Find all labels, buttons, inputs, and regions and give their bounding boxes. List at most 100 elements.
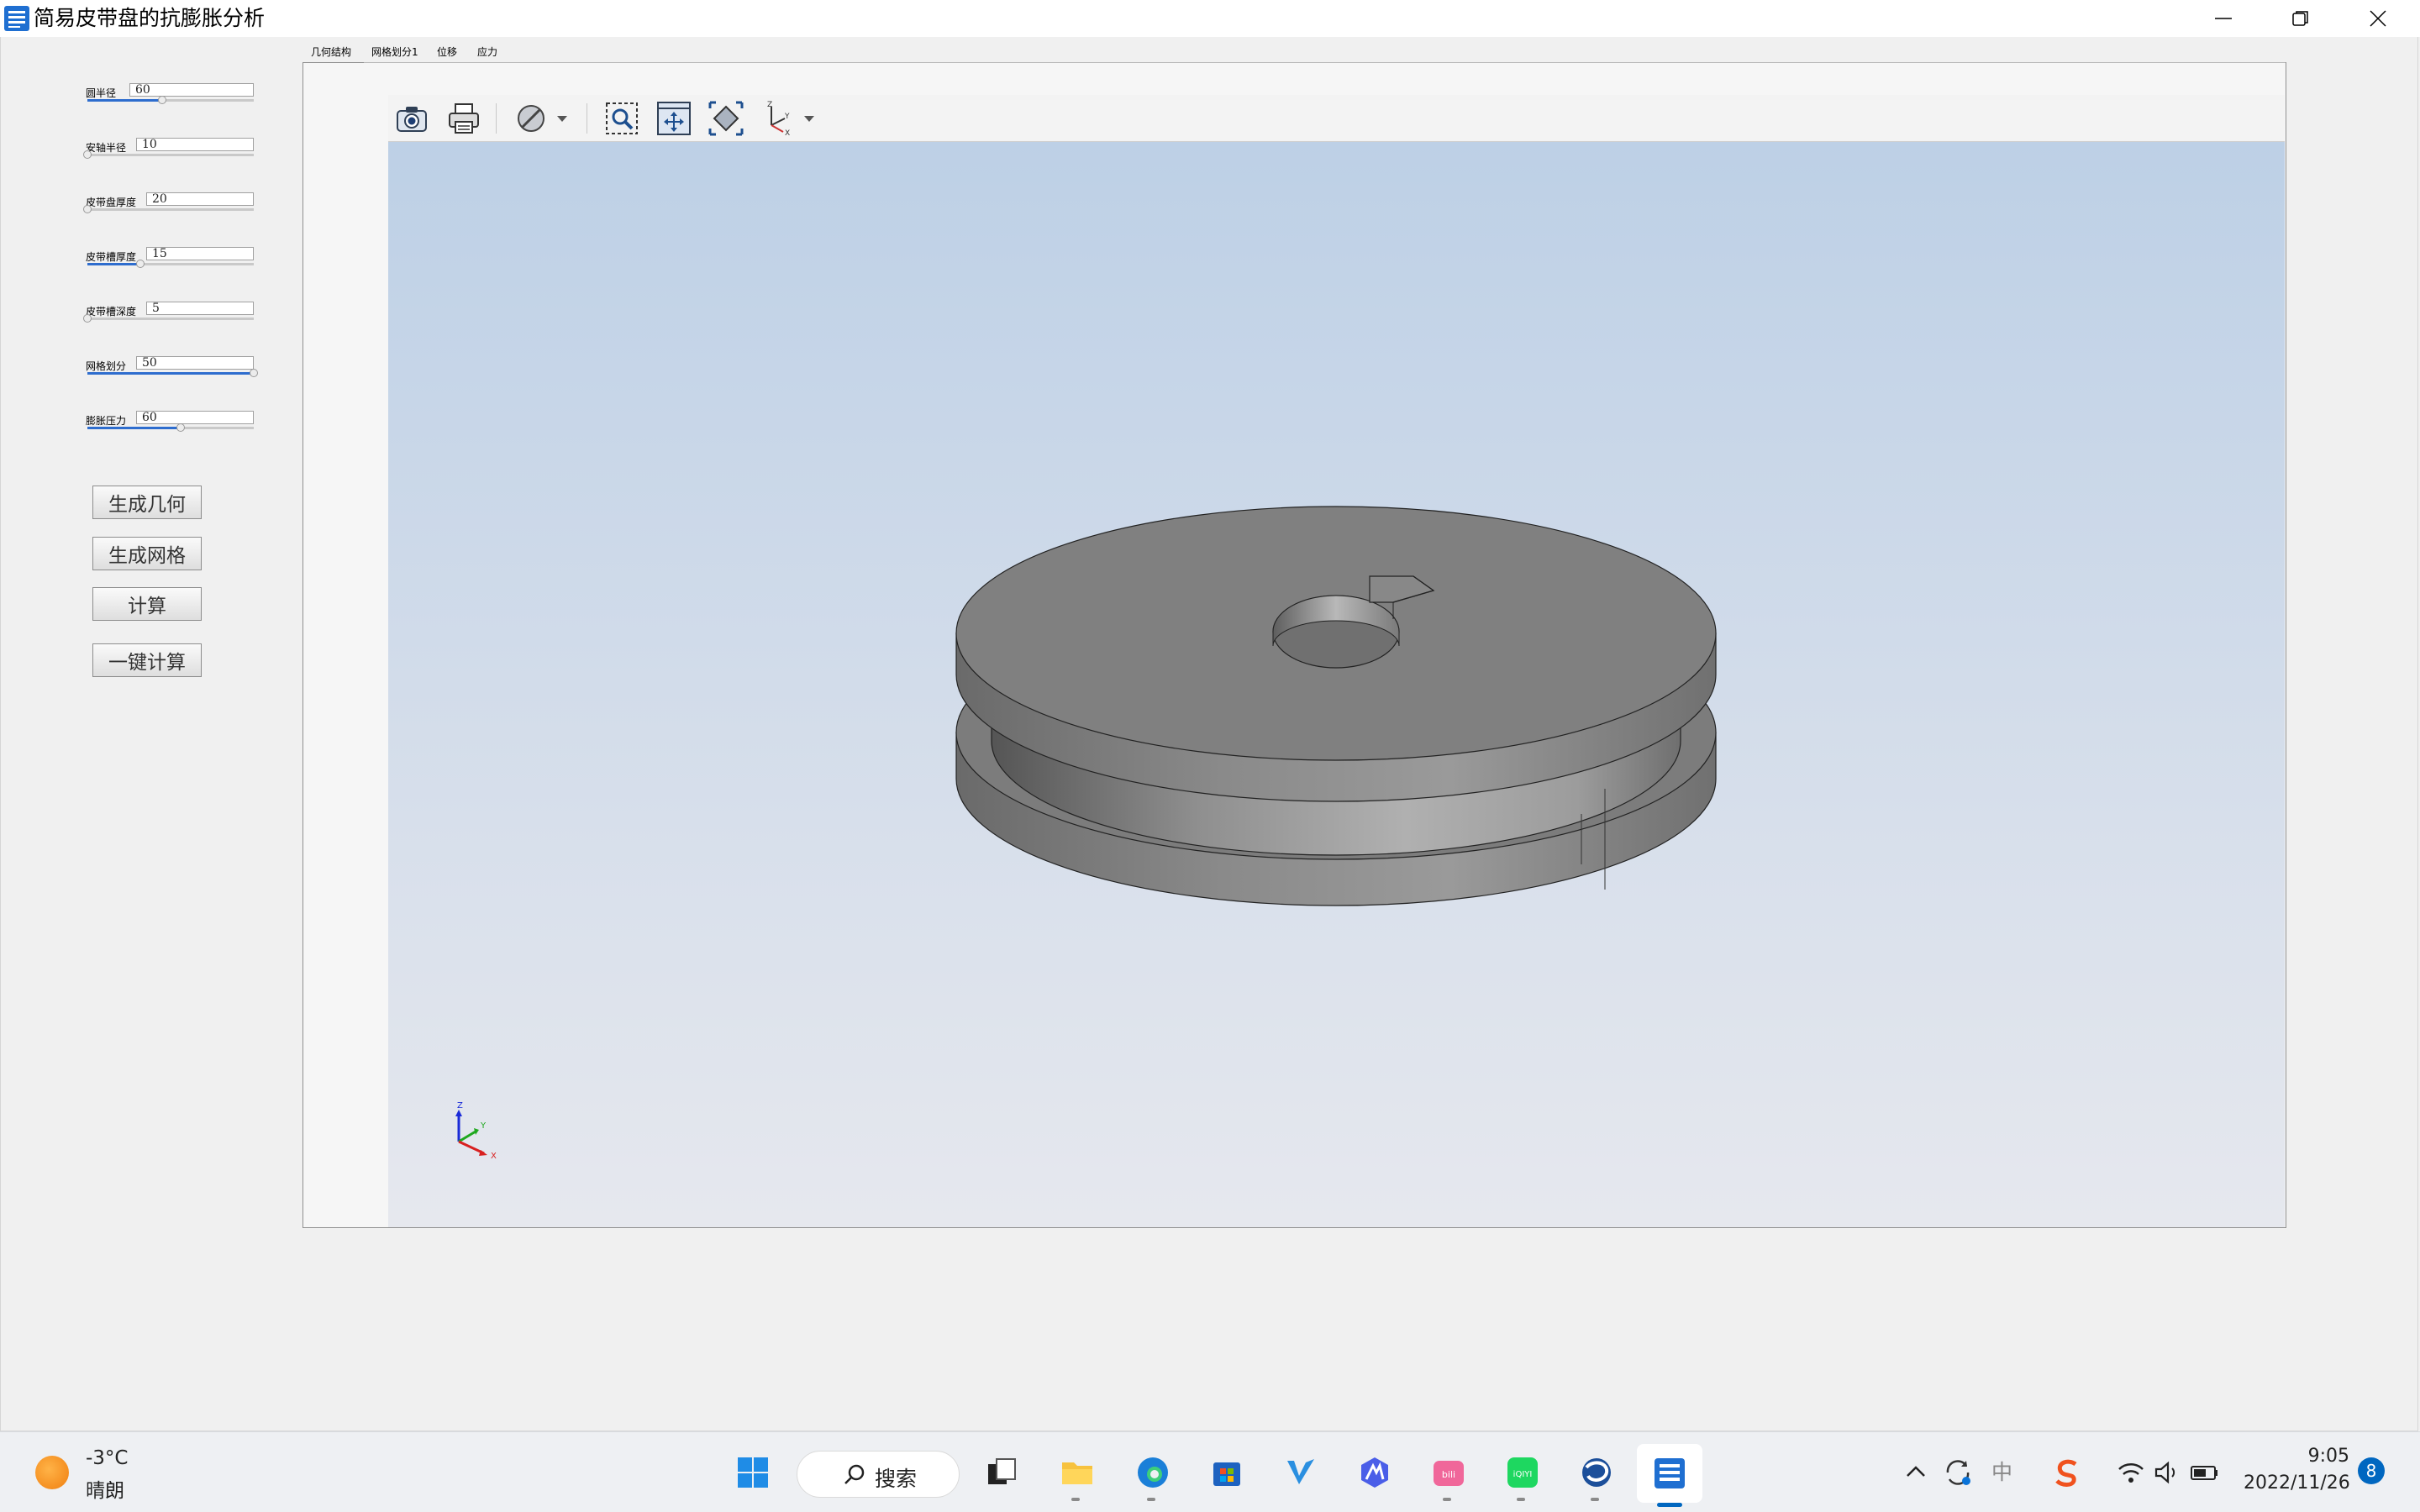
- expansion-pressure-slider[interactable]: [87, 423, 254, 432]
- param-shaft-radius: 安轴半径 10: [83, 135, 255, 177]
- vpn-app-button[interactable]: [1274, 1447, 1324, 1498]
- dropdown-arrow-icon[interactable]: [553, 100, 571, 137]
- task-view-button[interactable]: [975, 1447, 1025, 1498]
- groove-depth-input[interactable]: 5: [146, 302, 254, 315]
- tab-geometry[interactable]: 几何结构: [311, 45, 351, 59]
- minimize-button[interactable]: [2185, 0, 2262, 37]
- tab-displacement[interactable]: 位移: [437, 45, 457, 59]
- running-indicator: [1071, 1498, 1080, 1501]
- param-groove-depth: 皮带槽深度 5: [83, 299, 255, 341]
- taskbar-search[interactable]: 搜索: [797, 1451, 960, 1498]
- edge-button[interactable]: [1126, 1447, 1176, 1501]
- running-indicator: [1591, 1498, 1599, 1501]
- restore-button[interactable]: [2262, 0, 2339, 37]
- vpn-icon: [1287, 1459, 1314, 1484]
- groove-depth-slider[interactable]: [83, 314, 254, 323]
- task-view-icon: [988, 1458, 1016, 1484]
- radius-input[interactable]: 60: [129, 83, 254, 97]
- generate-mesh-button[interactable]: 生成网格: [92, 537, 202, 570]
- slider-thumb[interactable]: [176, 423, 185, 432]
- pulley-body: [955, 506, 1717, 906]
- running-indicator: [1443, 1498, 1451, 1501]
- iqiyi-icon: iQIYI: [1507, 1457, 1538, 1488]
- restore-icon: [2292, 11, 2308, 26]
- orientation-triad: Z Y X: [455, 1101, 497, 1161]
- groove-thickness-slider[interactable]: [87, 260, 254, 268]
- notification-badge[interactable]: 8: [2358, 1457, 2385, 1484]
- slider-thumb[interactable]: [136, 260, 145, 268]
- param-label: 膨胀压力: [86, 415, 127, 427]
- one-click-compute-button[interactable]: 一键计算: [92, 643, 202, 677]
- triad-y-label: Y: [480, 1121, 487, 1131]
- shaft-radius-slider[interactable]: [83, 150, 254, 159]
- battery-icon[interactable]: [2188, 1456, 2222, 1489]
- volume-icon[interactable]: [2151, 1456, 2185, 1489]
- param-label: 皮带盘厚度: [86, 197, 137, 208]
- title-bar: 简易皮带盘的抗膨胀分析: [0, 0, 2420, 37]
- tab-divider: [364, 62, 2286, 63]
- windows-start-icon: [738, 1457, 768, 1488]
- sync-icon[interactable]: [1941, 1456, 1975, 1489]
- wifi-icon[interactable]: [2114, 1456, 2148, 1489]
- iqiyi-button[interactable]: iQIYI: [1496, 1447, 1546, 1501]
- param-groove-thickness: 皮带槽厚度 15: [84, 244, 255, 286]
- svg-text:bili: bili: [1442, 1469, 1455, 1480]
- 3d-viewport[interactable]: Z Y X: [388, 142, 2285, 1227]
- bilibili-button[interactable]: bili: [1422, 1447, 1472, 1501]
- slider-thumb[interactable]: [83, 314, 92, 323]
- mesh-size-slider[interactable]: [87, 369, 258, 377]
- viewer-toolbar: Z Y X: [388, 95, 2285, 142]
- axis-label: X: [785, 129, 790, 137]
- slider-thumb[interactable]: [83, 205, 92, 213]
- slider-fill: [87, 372, 254, 375]
- param-label: 网格划分: [86, 360, 127, 372]
- ime-indicator[interactable]: 中: [1991, 1456, 2012, 1486]
- pulley-thickness-input[interactable]: 20: [146, 192, 254, 206]
- param-label: 圆半径: [86, 87, 117, 99]
- shaft-radius-input[interactable]: 10: [136, 138, 254, 151]
- close-button[interactable]: [2339, 0, 2417, 37]
- param-label: 皮带槽深度: [86, 306, 137, 318]
- weather-description[interactable]: 晴朗: [86, 1474, 124, 1503]
- fit-all-icon[interactable]: [708, 100, 744, 137]
- pan-icon[interactable]: [655, 100, 692, 137]
- file-explorer-icon: [1062, 1462, 1092, 1484]
- dropdown-arrow-icon[interactable]: [800, 100, 818, 137]
- compute-button[interactable]: 计算: [92, 587, 202, 621]
- file-explorer-button[interactable]: [1050, 1447, 1101, 1501]
- running-indicator: [1517, 1498, 1525, 1501]
- generate-geometry-button[interactable]: 生成几何: [92, 486, 202, 519]
- start-button[interactable]: [726, 1447, 776, 1498]
- radius-slider[interactable]: [87, 96, 254, 104]
- tab-mesh[interactable]: 网格划分1: [371, 45, 418, 59]
- sogou-input-icon[interactable]: [2050, 1456, 2084, 1489]
- weather-sun-icon[interactable]: [35, 1456, 69, 1489]
- expansion-pressure-input[interactable]: 60: [136, 411, 254, 424]
- store-button[interactable]: [1200, 1447, 1250, 1498]
- chevron-up-icon[interactable]: [1899, 1456, 1933, 1489]
- print-icon[interactable]: [445, 100, 482, 137]
- param-expansion-pressure: 膨胀压力 60: [84, 408, 255, 450]
- slider-thumb[interactable]: [83, 150, 92, 159]
- arc-app-button[interactable]: [1348, 1447, 1398, 1498]
- tab-stress[interactable]: 应力: [477, 45, 497, 59]
- slider-thumb[interactable]: [158, 96, 167, 104]
- active-indicator: [1657, 1503, 1682, 1507]
- active-app-button[interactable]: [1637, 1444, 1702, 1503]
- pulley-thickness-slider[interactable]: [83, 205, 254, 213]
- camera-icon[interactable]: [393, 100, 430, 137]
- axis-view-icon[interactable]: Z Y X: [760, 100, 797, 137]
- triad-z-label: Z: [457, 1101, 463, 1110]
- weather-temperature[interactable]: -3°C: [86, 1447, 129, 1469]
- browser-button[interactable]: [1570, 1447, 1620, 1501]
- edge-icon: [1138, 1457, 1168, 1488]
- zoom-box-icon[interactable]: [603, 100, 640, 137]
- mesh-size-input[interactable]: 50: [136, 356, 254, 370]
- clock-date[interactable]: 2022/11/26: [2244, 1473, 2350, 1494]
- clock-time[interactable]: 9:05: [2252, 1446, 2349, 1467]
- triad-x-label: X: [491, 1152, 497, 1161]
- svg-text:iQIYI: iQIYI: [1513, 1470, 1533, 1479]
- slider-thumb[interactable]: [250, 369, 258, 377]
- display-mode-icon[interactable]: [513, 100, 550, 137]
- groove-thickness-input[interactable]: 15: [146, 247, 254, 260]
